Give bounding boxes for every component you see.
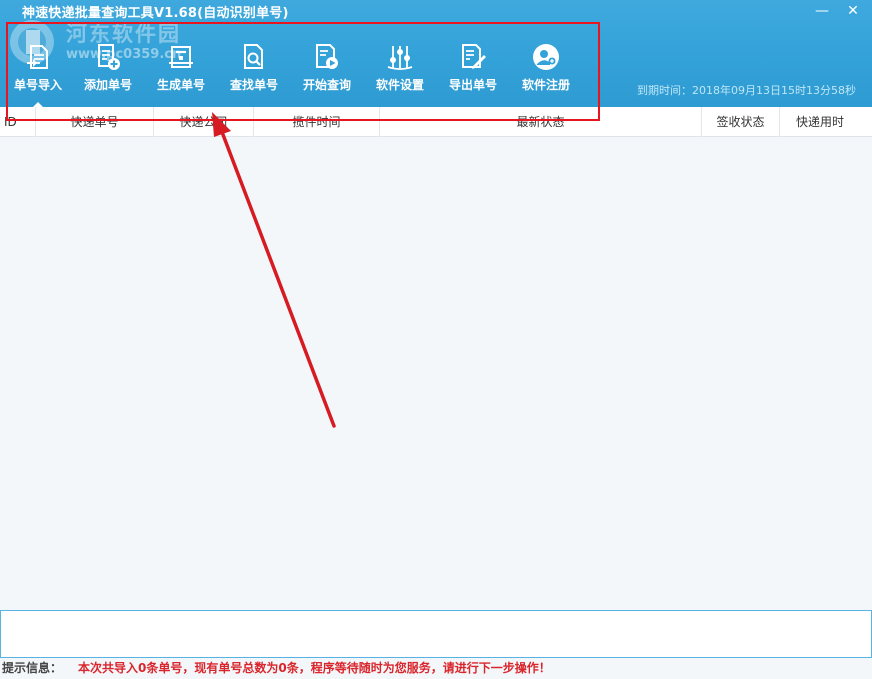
toolbar-settings-button[interactable]: 软件设置 <box>368 38 432 104</box>
window-title: 神速快递批量查询工具V1.68(自动识别单号) <box>22 6 289 21</box>
status-label: 提示信息： <box>2 661 63 675</box>
toolbar-export-button[interactable]: 导出单号 <box>441 38 505 104</box>
toolbar-find-button[interactable]: 查找单号 <box>222 38 286 104</box>
column-header-pickup-time[interactable]: 揽件时间 <box>254 107 380 137</box>
close-button[interactable]: ✕ <box>841 2 865 20</box>
toolbar-export-label: 导出单号 <box>448 78 497 92</box>
table-body[interactable] <box>0 137 872 608</box>
column-header-tracking-number[interactable]: 快递单号 <box>36 107 154 137</box>
expiry-time: 到期时间：2018年09月13日15时13分58秒 <box>637 84 856 97</box>
column-header-courier[interactable]: 快递公司 <box>154 107 254 137</box>
toolbar-add-button[interactable]: 添加单号 <box>76 38 140 104</box>
app-window: 河东软件园 www.pc0359.cn 神速快递批量查询工具V1.68(自动识别… <box>0 0 872 679</box>
toolbar-start-query-button[interactable]: 开始查询 <box>295 38 359 104</box>
column-header-delivery-duration[interactable]: 快递用时 <box>780 107 860 137</box>
toolbar-register-label: 软件注册 <box>521 78 570 92</box>
toolbar-generate-label: 生成单号 <box>156 78 205 92</box>
generate-icon <box>169 46 193 68</box>
toolbar: 单号导入 添加单号 生成单号 查找单号 开始查询 软件设置 导出单号 软件注册 <box>0 38 600 107</box>
column-header-latest-status[interactable]: 最新状态 <box>380 107 702 137</box>
toolbar-register-button[interactable]: 软件注册 <box>514 38 578 104</box>
table-header: ID 快递单号 快递公司 揽件时间 最新状态 签收状态 快递用时 <box>0 107 872 137</box>
toolbar-add-label: 添加单号 <box>83 78 132 92</box>
play-document-icon <box>316 44 338 69</box>
column-header-id[interactable]: ID <box>0 107 36 137</box>
message-panel[interactable] <box>0 610 872 658</box>
toolbar-generate-button[interactable]: 生成单号 <box>149 38 213 104</box>
toolbar-start-query-label: 开始查询 <box>302 78 351 92</box>
title-bar: 河东软件园 www.pc0359.cn 神速快递批量查询工具V1.68(自动识别… <box>0 0 872 107</box>
column-header-sign-status[interactable]: 签收状态 <box>702 107 780 137</box>
minimize-button[interactable]: — <box>810 2 834 20</box>
status-bar: 提示信息： 本次共导入0条单号，现有单号总数为0条，程序等待随时为您服务，请进行… <box>0 659 872 679</box>
add-document-icon <box>98 44 120 70</box>
toolbar-settings-label: 软件设置 <box>375 78 424 92</box>
toolbar-import-label: 单号导入 <box>13 78 62 92</box>
sliders-icon <box>387 46 413 70</box>
toolbar-import-button[interactable]: 单号导入 <box>6 38 70 107</box>
import-icon <box>27 45 48 69</box>
export-document-icon <box>462 44 486 69</box>
find-document-icon <box>244 44 263 69</box>
toolbar-find-label: 查找单号 <box>229 78 278 92</box>
user-add-icon <box>533 44 559 70</box>
status-message: 本次共导入0条单号，现有单号总数为0条，程序等待随时为您服务，请进行下一步操作！ <box>78 661 551 675</box>
